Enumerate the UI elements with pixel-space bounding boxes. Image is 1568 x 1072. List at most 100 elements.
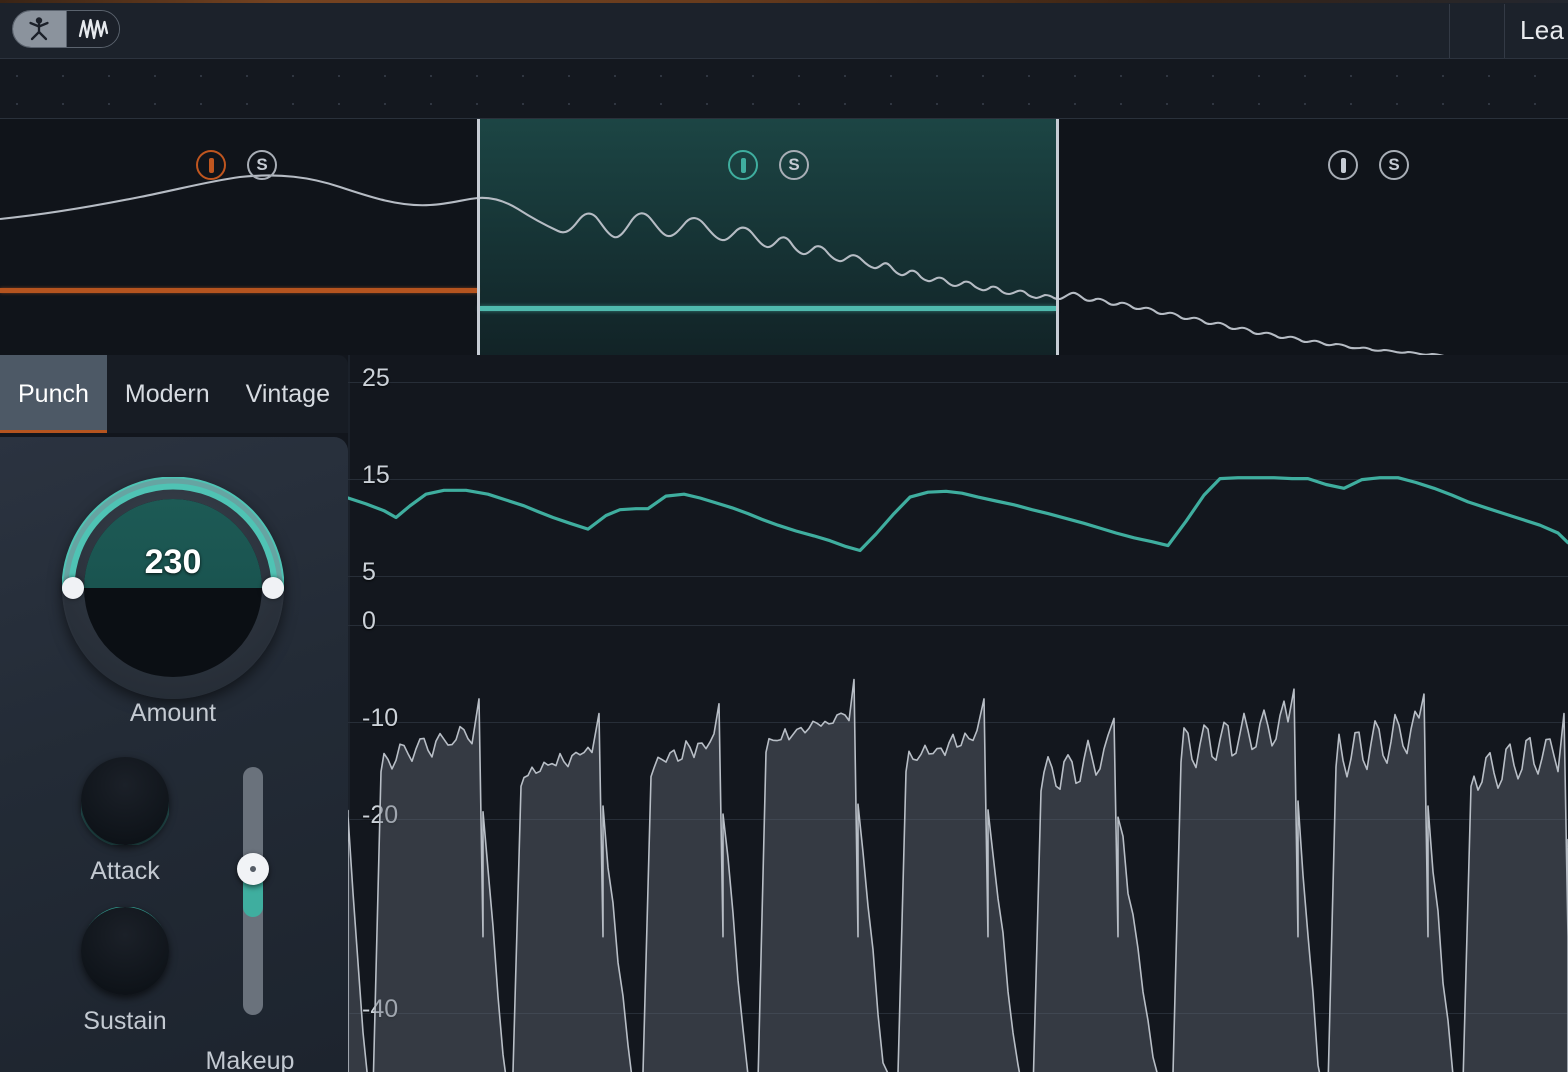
- ruler-dot: [890, 75, 892, 77]
- solo-badge-right[interactable]: S: [1379, 150, 1409, 180]
- makeup-slider[interactable]: Makeup: [206, 767, 294, 1072]
- handle-nub: [250, 866, 256, 872]
- ruler-dot: [660, 103, 662, 105]
- ruler-dot: [1304, 103, 1306, 105]
- ruler-dot: [706, 75, 708, 77]
- ruler-dot: [62, 75, 64, 77]
- ruler-dot: [936, 75, 938, 77]
- ruler-dot: [16, 103, 18, 105]
- ruler-dot: [1396, 75, 1398, 77]
- gain-reduction-chart[interactable]: 25 15 5 0 -10 -20 -40: [348, 355, 1568, 1072]
- tab-punch[interactable]: Punch: [0, 355, 107, 433]
- ruler-dot: [1442, 75, 1444, 77]
- amount-knob-arc: [62, 477, 284, 595]
- attack-knob[interactable]: [79, 757, 171, 847]
- ruler-dot: [1258, 75, 1260, 77]
- amount-label: Amount: [129, 699, 217, 727]
- ruler-dot: [522, 75, 524, 77]
- learn-button-label[interactable]: Lea: [1520, 15, 1564, 46]
- ruler-dot: [1166, 75, 1168, 77]
- info-glyph: [208, 157, 214, 173]
- transient-mode-button[interactable]: [13, 11, 66, 47]
- ruler-dot-grid: [0, 59, 1568, 118]
- sustain-knob-body: [81, 907, 169, 995]
- person-transient-icon: [29, 17, 50, 41]
- ruler-dot: [338, 75, 340, 77]
- ruler-dot: [1350, 75, 1352, 77]
- ruler-dot: [430, 103, 432, 105]
- ruler-dot: [1304, 75, 1306, 77]
- ruler-dot: [1074, 103, 1076, 105]
- sustain-label: Sustain: [83, 1007, 167, 1035]
- ruler-dot: [154, 75, 156, 77]
- info-badge-right[interactable]: [1328, 150, 1358, 180]
- mode-toggle[interactable]: [12, 10, 120, 48]
- tab-punch-label: Punch: [18, 379, 89, 408]
- solo-badge-left[interactable]: S: [247, 150, 277, 180]
- toolbar-divider-1: [1449, 4, 1450, 58]
- ruler-dot: [1534, 75, 1536, 77]
- ruler-dot: [706, 103, 708, 105]
- tab-vintage-label: Vintage: [245, 379, 330, 408]
- ruler-dot: [982, 103, 984, 105]
- ruler-dot: [246, 75, 248, 77]
- info-glyph: [1340, 157, 1346, 173]
- chart-series-svg: [348, 476, 1568, 1072]
- ruler-dot: [476, 103, 478, 105]
- toolbar-divider-2: [1504, 4, 1505, 58]
- plugin-window: Lea S S S Punch Modern Vintage 230 Amoun…: [0, 0, 1568, 1072]
- tab-modern[interactable]: Modern: [107, 355, 228, 433]
- ruler-dot: [338, 103, 340, 105]
- waveform-overview[interactable]: S S S: [0, 119, 1568, 355]
- ruler-dot: [1212, 75, 1214, 77]
- ruler-dot: [1396, 103, 1398, 105]
- amount-value: 230: [144, 543, 202, 581]
- ruler-dot: [1028, 103, 1030, 105]
- ruler-dot: [1028, 75, 1030, 77]
- makeup-slider-handle[interactable]: [237, 853, 269, 885]
- ruler-dot: [752, 103, 754, 105]
- ruler-dot: [1488, 103, 1490, 105]
- amount-knob[interactable]: 230: [62, 477, 284, 699]
- solo-badge-selected[interactable]: S: [779, 150, 809, 180]
- ruler-dot: [1488, 75, 1490, 77]
- ruler-dot: [982, 75, 984, 77]
- selection-end-marker[interactable]: [1044, 119, 1070, 355]
- sustain-knob[interactable]: [81, 906, 169, 995]
- selection-start-marker[interactable]: [465, 119, 491, 355]
- ruler-dot: [844, 103, 846, 105]
- ruler-dot: [614, 75, 616, 77]
- ruler-dot: [522, 103, 524, 105]
- ruler-dot: [16, 75, 18, 77]
- accent-stripe: [0, 0, 1568, 3]
- ruler-dot: [292, 103, 294, 105]
- ruler-dot: [798, 75, 800, 77]
- info-badge-left[interactable]: [196, 150, 226, 180]
- ruler-dot: [108, 75, 110, 77]
- ruler-dot: [292, 75, 294, 77]
- waveform-icon: [78, 18, 109, 40]
- top-bar: Lea: [0, 0, 1568, 59]
- info-badge-selected[interactable]: [728, 150, 758, 180]
- ruler-dot: [890, 103, 892, 105]
- attack-label: Attack: [90, 857, 160, 885]
- ruler-dot: [1166, 103, 1168, 105]
- ruler-dot: [108, 103, 110, 105]
- preset-tabs[interactable]: Punch Modern Vintage: [0, 355, 348, 433]
- ruler-dot: [1074, 75, 1076, 77]
- waveform-mode-button[interactable]: [65, 11, 119, 47]
- tab-vintage[interactable]: Vintage: [228, 355, 348, 433]
- attack-knob-body: [81, 757, 169, 845]
- ruler-dot: [936, 103, 938, 105]
- ruler-dot: [384, 103, 386, 105]
- timeline-ruler[interactable]: [0, 59, 1568, 119]
- ruler-dot: [1534, 103, 1536, 105]
- ruler-dot: [200, 75, 202, 77]
- ruler-dot: [1120, 75, 1122, 77]
- ruler-dot: [1350, 103, 1352, 105]
- ruler-dot: [62, 103, 64, 105]
- ruler-dot: [1120, 103, 1122, 105]
- ruler-dot: [614, 103, 616, 105]
- makeup-label: Makeup: [205, 1047, 295, 1072]
- ruler-dot: [1212, 103, 1214, 105]
